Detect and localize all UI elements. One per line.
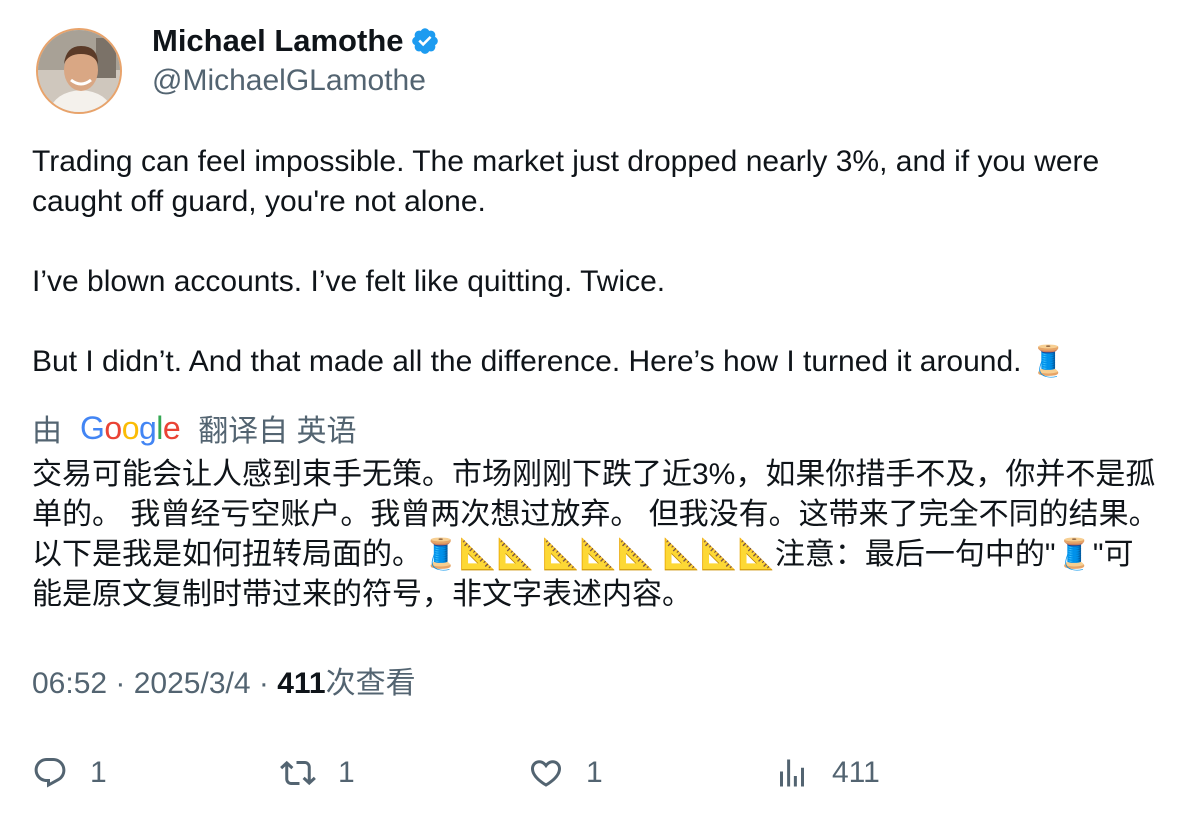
reply-icon — [34, 758, 66, 788]
translation-prefix: 由 — [32, 415, 62, 448]
views-label: 次查看 — [325, 667, 416, 700]
retweet-icon — [280, 760, 316, 786]
views-count: 411 — [277, 667, 326, 700]
meta-separator: · — [115, 667, 134, 700]
views-icon — [780, 759, 804, 787]
action-bar: 1 1 1 411 — [32, 748, 1162, 798]
tweet-time[interactable]: 06:52 — [32, 667, 107, 700]
avatar-photo — [38, 30, 120, 112]
verified-badge-icon — [411, 28, 438, 54]
retweet-button[interactable]: 1 — [280, 748, 355, 798]
reply-button[interactable]: 1 — [32, 748, 107, 798]
like-icon — [530, 760, 562, 787]
meta-separator: · — [258, 667, 278, 700]
like-button[interactable]: 1 — [528, 748, 603, 798]
like-count: 1 — [586, 756, 603, 789]
translation-suffix: 翻译自 英语 — [198, 415, 357, 448]
avatar[interactable] — [36, 28, 122, 114]
author-handle[interactable]: @MichaelGLamothe — [152, 63, 426, 99]
tweet-text: Trading can feel impossible. The market … — [32, 145, 1100, 378]
google-logo: Google — [80, 409, 181, 446]
tweet-date[interactable]: 2025/3/4 — [134, 667, 251, 700]
author-name-text[interactable]: Michael Lamothe — [152, 23, 404, 58]
views-button[interactable]: 411 — [774, 748, 880, 798]
reply-count: 1 — [90, 756, 107, 789]
retweet-count: 1 — [338, 756, 355, 789]
views-action-count: 411 — [832, 756, 880, 789]
author-name[interactable]: Michael Lamothe — [152, 22, 440, 60]
tweet-meta: 06:52 · 2025/3/4 · 411次查看 — [32, 664, 416, 704]
translation-attribution: 由 Google 翻译自 英语 — [32, 406, 357, 450]
translated-text: 交易可能会让人感到束手无策。市场刚刚下跌了近3%，如果你措手不及，你并不是孤单的… — [32, 458, 1159, 611]
